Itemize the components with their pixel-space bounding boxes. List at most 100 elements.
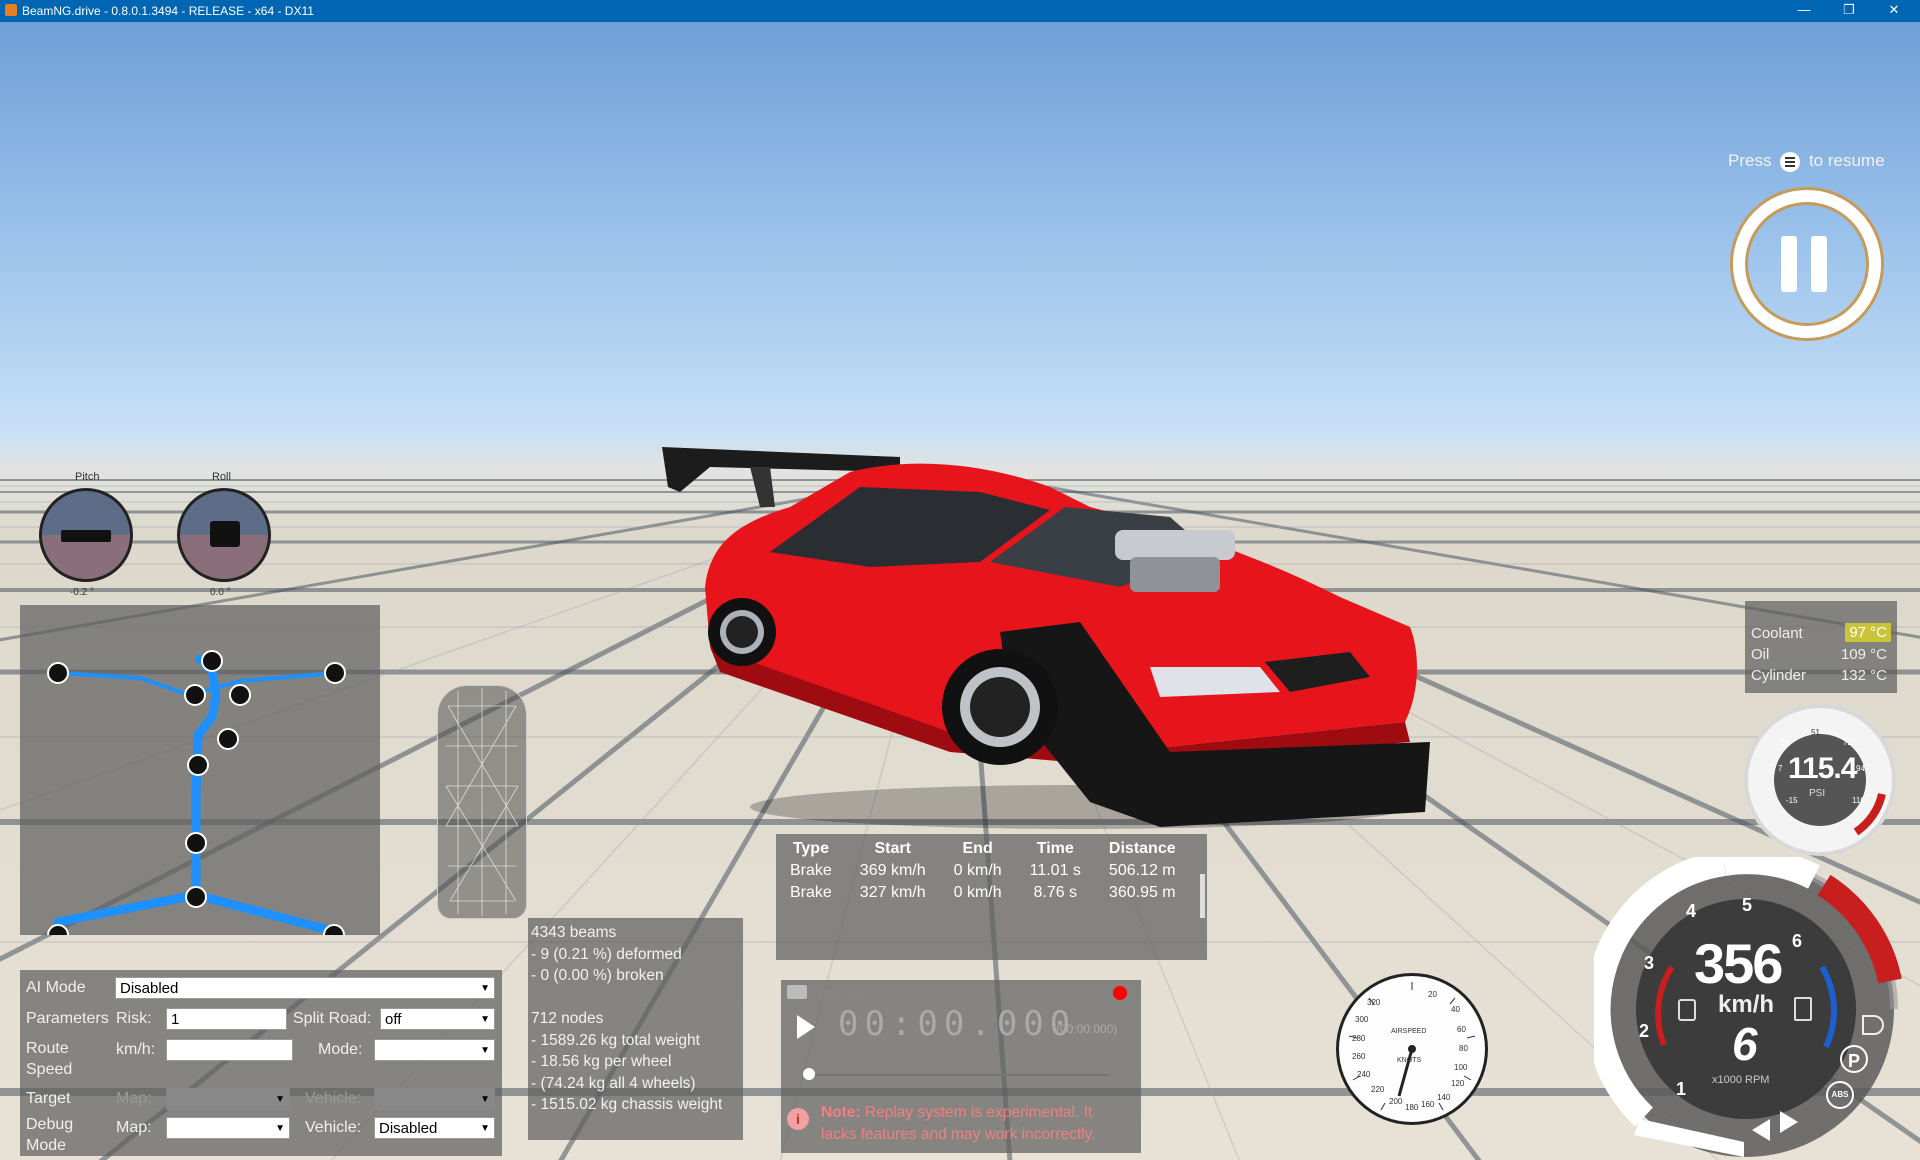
- route-mode-select[interactable]: ▼: [374, 1039, 495, 1061]
- replay-note-text-1: Replay system is experimental. It: [864, 1104, 1093, 1121]
- airspeed-tick: 180: [1405, 1103, 1419, 1112]
- coolant-label: Coolant: [1751, 625, 1803, 642]
- pitch-gauge: [39, 488, 133, 582]
- target-vehicle-select[interactable]: ▼: [374, 1088, 495, 1110]
- cylinder-row: Cylinder 132 °C: [1751, 667, 1891, 688]
- right-turn-signal-icon: [1780, 1111, 1798, 1133]
- cylinder-value: 132 °C: [1840, 667, 1887, 684]
- oil-value: 109 °C: [1840, 646, 1887, 663]
- split-road-value: off: [385, 1011, 402, 1028]
- airspeed-label: AIRSPEED: [1391, 1028, 1427, 1035]
- table-cell: 0 km/h: [953, 862, 1002, 879]
- replay-timeline-slider[interactable]: [803, 1068, 1109, 1080]
- mode-label: Mode:: [318, 1041, 363, 1058]
- brake-test-table: Type Start End Time Distance Brake 369 k…: [776, 838, 1190, 904]
- park-label: P: [1847, 1051, 1860, 1071]
- abs-label: ABS: [1831, 1090, 1849, 1099]
- play-icon[interactable]: [797, 1015, 815, 1039]
- app-icon: [5, 4, 17, 16]
- airspeed-tick: 120: [1451, 1079, 1465, 1088]
- red-sedan-car: [662, 447, 1430, 829]
- coolant-temp-icon: [1678, 999, 1696, 1021]
- rpm-tick: 5: [1742, 895, 1753, 915]
- replay-note-text-2: lacks features and may work incorrectly.: [821, 1126, 1096, 1143]
- folder-icon[interactable]: [787, 985, 807, 999]
- oil-row: Oil 109 °C: [1751, 646, 1891, 667]
- roll-value: 0.0 °: [210, 587, 231, 598]
- airspeed-gauge: AIRSPEED KNOTS 20 40 60 80 100 120 140 1…: [1336, 973, 1488, 1125]
- chevron-down-icon: ▼: [275, 1094, 285, 1105]
- close-button[interactable]: ✕: [1874, 0, 1914, 22]
- restore-button[interactable]: ❐: [1829, 0, 1869, 22]
- table-row: Brake 327 km/h 0 km/h 8.76 s 360.95 m: [776, 882, 1190, 904]
- risk-input[interactable]: 1: [166, 1008, 287, 1030]
- chevron-down-icon: ▼: [275, 1123, 285, 1134]
- chevron-down-icon: ▼: [480, 1045, 490, 1056]
- debug-vehicle-value: Disabled: [379, 1120, 438, 1137]
- speed-unit: km/h: [1718, 991, 1775, 1018]
- chevron-down-icon: ▼: [480, 1094, 490, 1105]
- game-viewport[interactable]: Press to resume Pitch -0.2 ° Roll 0.0 °: [0, 22, 1920, 1160]
- airspeed-tick: 100: [1454, 1063, 1468, 1072]
- column-header: End: [962, 840, 993, 857]
- window-title: BeamNG.drive - 0.8.0.1.3494 - RELEASE - …: [22, 4, 314, 18]
- coolant-row: Coolant 97 °C: [1751, 623, 1891, 646]
- beam-stat-line: [531, 987, 740, 1009]
- column-header: Distance: [1108, 840, 1176, 857]
- split-road-select[interactable]: off ▼: [380, 1008, 495, 1030]
- minimize-button[interactable]: —: [1784, 0, 1824, 22]
- boost-value: 115.4: [1788, 752, 1857, 785]
- table-cell: 0 km/h: [953, 884, 1002, 901]
- table-cell: 8.76 s: [1033, 884, 1078, 901]
- beam-stats-panel: 4343 beams - 9 (0.21 %) deformed - 0 (0.…: [528, 918, 743, 1140]
- boost-gauge: 115.4 PSI 29 51 72 94 116 -15 7: [1744, 704, 1896, 856]
- beam-stat-line: - (74.24 kg all 4 wheels): [531, 1074, 696, 1092]
- replay-time: 00:00.000: [838, 1004, 1077, 1044]
- pause-icon[interactable]: [1733, 190, 1881, 338]
- ai-mode-select[interactable]: Disabled ▼: [115, 977, 495, 999]
- route-speed-label-2: Speed: [26, 1061, 73, 1078]
- parameters-label: Parameters: [26, 1010, 109, 1027]
- debug-map-label: Map:: [116, 1119, 152, 1136]
- rpm-unit: x1000 RPM: [1712, 1074, 1770, 1086]
- column-header: Start: [874, 840, 911, 857]
- debug-map-select[interactable]: ▼: [166, 1117, 290, 1139]
- split-road-label: Split Road:: [293, 1010, 372, 1027]
- beam-stat-line: - 1515.02 kg chassis weight: [531, 1096, 723, 1113]
- boost-tick: 94: [1856, 764, 1865, 773]
- fuel-icon: [1794, 997, 1812, 1021]
- airspeed-tick: 40: [1451, 1005, 1460, 1014]
- airspeed-tick: 280: [1352, 1034, 1366, 1043]
- replay-note-label: Note:: [821, 1104, 861, 1121]
- replay-note-line-1: Note: Replay system is experimental. It: [821, 1104, 1092, 1122]
- target-map-select[interactable]: ▼: [166, 1088, 290, 1110]
- chevron-down-icon: ▼: [480, 983, 490, 994]
- table-scrollbar[interactable]: [1200, 874, 1205, 918]
- record-icon[interactable]: [1113, 986, 1127, 1000]
- debug-vehicle-label: Vehicle:: [305, 1119, 362, 1136]
- airspeed-tick: 200: [1389, 1097, 1403, 1106]
- column-header: Type: [792, 840, 829, 857]
- pickup-icon: [61, 530, 111, 542]
- resume-hint-suffix: to resume: [1808, 151, 1885, 170]
- airspeed-tick: 300: [1355, 1015, 1369, 1024]
- temperature-panel: Coolant 97 °C Oil 109 °C Cylinder 132 °C: [1745, 601, 1897, 693]
- beam-stat-line: - 1589.26 kg total weight: [531, 1031, 700, 1049]
- target-map-label: Map:: [116, 1090, 152, 1107]
- replay-time-small: (00:00.000): [1056, 1022, 1118, 1036]
- headlight-icon: [1862, 1015, 1884, 1035]
- menu-icon: [1780, 151, 1801, 172]
- column-header: Time: [1036, 840, 1074, 857]
- table-cell: 369 km/h: [859, 862, 926, 879]
- speed-readout: 356: [1694, 932, 1783, 995]
- airspeed-unit: KNOTS: [1397, 1057, 1422, 1064]
- airspeed-tick: 220: [1371, 1085, 1385, 1094]
- route-speed-input[interactable]: [166, 1039, 293, 1061]
- debug-vehicle-select[interactable]: Disabled ▼: [374, 1117, 495, 1139]
- left-turn-signal-icon: [1752, 1119, 1770, 1141]
- slider-handle[interactable]: [803, 1068, 815, 1080]
- boost-tick: 116: [1852, 796, 1865, 805]
- brake-test-panel: Type Start End Time Distance Brake 369 k…: [776, 834, 1207, 960]
- roll-label: Roll: [212, 471, 231, 483]
- rpm-tick: 4: [1686, 901, 1697, 921]
